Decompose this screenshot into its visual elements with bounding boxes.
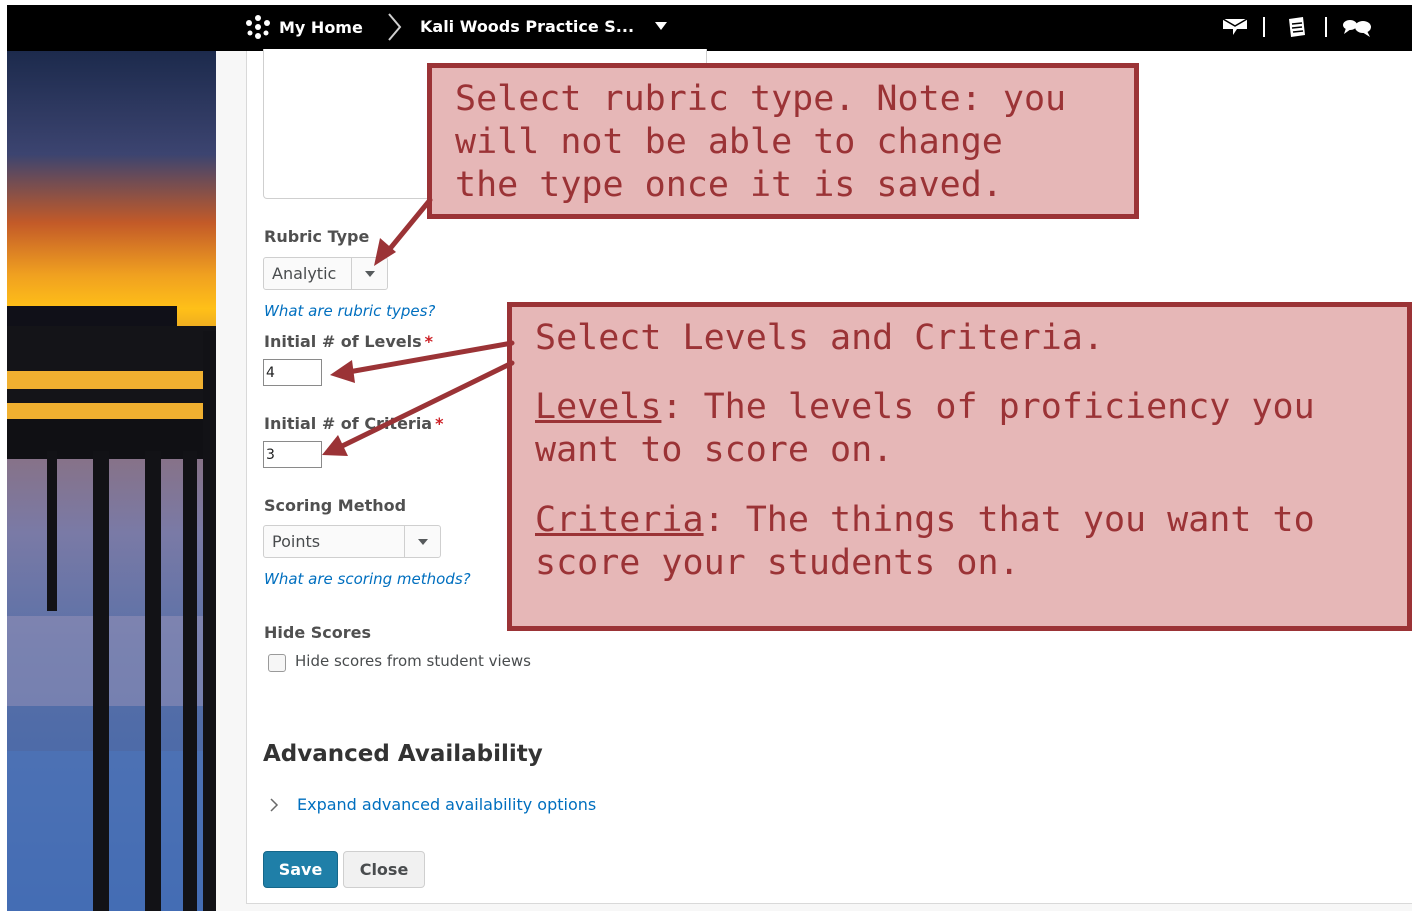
page: My Home Kali Woods Practice S... Rubric … <box>0 0 1412 911</box>
chevron-down-icon <box>365 271 375 277</box>
expand-availability-link[interactable]: Expand advanced availability options <box>297 795 596 814</box>
nav-divider <box>1263 17 1265 37</box>
background-photo <box>7 51 216 911</box>
rubric-type-label: Rubric Type <box>264 227 370 246</box>
scoring-method-select[interactable]: Points <box>263 525 441 558</box>
advanced-availability-heading: Advanced Availability <box>263 741 543 767</box>
rubric-type-value: Analytic <box>272 264 337 283</box>
required-mark: * <box>435 414 444 433</box>
chevron-right-icon[interactable] <box>268 795 280 815</box>
rubric-type-callout: Select rubric type. Note: you will not b… <box>427 63 1139 219</box>
assignment-icon[interactable] <box>1284 15 1310 39</box>
navbar: My Home Kali Woods Practice S... <box>7 5 1412 51</box>
chevron-right-icon <box>388 13 402 41</box>
org-logo-icon[interactable] <box>245 14 271 40</box>
discussion-icon[interactable] <box>1341 15 1373 39</box>
course-selector[interactable]: Kali Woods Practice S... <box>420 17 634 36</box>
rubric-type-select[interactable]: Analytic <box>263 257 388 290</box>
close-button[interactable]: Close <box>343 851 425 888</box>
levels-input[interactable] <box>263 359 322 386</box>
levels-criteria-callout: Select Levels and Criteria. Levels: The … <box>507 302 1412 631</box>
required-mark: * <box>424 332 434 351</box>
my-home-link[interactable]: My Home <box>279 18 363 37</box>
dropdown-caret-icon[interactable] <box>655 22 667 30</box>
nav-divider <box>1325 17 1327 37</box>
hide-scores-checkbox-label[interactable]: Hide scores from student views <box>295 652 531 670</box>
hide-scores-label: Hide Scores <box>264 623 372 642</box>
scoring-methods-help-link[interactable]: What are scoring methods? <box>264 570 471 588</box>
criteria-input[interactable] <box>263 441 322 468</box>
chevron-down-icon <box>418 539 428 545</box>
message-icon[interactable] <box>1221 15 1249 39</box>
scoring-method-value: Points <box>272 532 321 551</box>
levels-label: Initial # of Levels * <box>264 332 434 351</box>
save-button[interactable]: Save <box>263 851 338 888</box>
hide-scores-checkbox[interactable] <box>268 654 286 672</box>
rubric-types-help-link[interactable]: What are rubric types? <box>264 302 435 320</box>
criteria-label: Initial # of Criteria * <box>264 414 444 433</box>
scoring-method-label: Scoring Method <box>264 496 407 515</box>
